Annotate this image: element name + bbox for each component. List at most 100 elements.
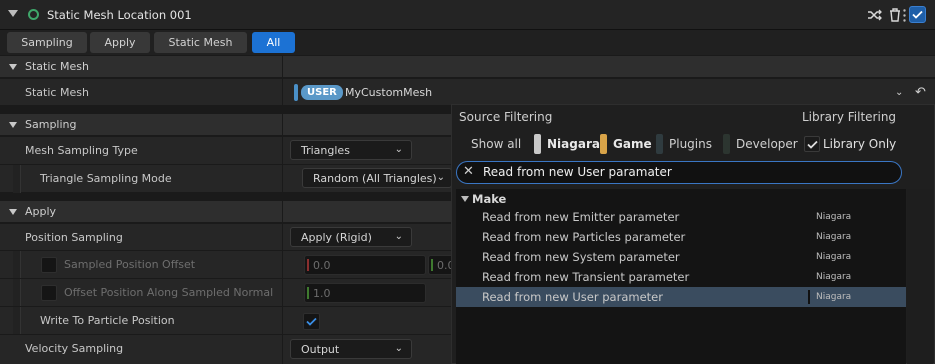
indent-guide <box>13 307 21 335</box>
action-source: Niagara <box>816 252 852 262</box>
dropdown-value: Apply (Rigid) <box>301 230 372 244</box>
clear-search-icon[interactable]: ✕ <box>463 164 474 179</box>
chevron-down-icon: ⌄ <box>394 231 403 242</box>
expand-arrow-icon[interactable] <box>9 122 17 128</box>
list-item[interactable]: Read from new User parameter Niagara <box>456 287 906 307</box>
expand-arrow-icon[interactable] <box>9 64 17 70</box>
section-static-mesh[interactable]: Static Mesh <box>0 55 935 77</box>
action-source: Niagara <box>816 232 852 242</box>
offset-x-field[interactable]: 0.0 <box>304 255 426 275</box>
action-search-input[interactable]: ✕ Read from new User paramater <box>456 161 902 184</box>
field-value: 0.0 <box>313 258 331 272</box>
chip-label: Developer <box>736 137 798 151</box>
chip-label: Game <box>613 137 652 151</box>
library-filtering-label: Library Filtering <box>802 110 897 124</box>
action-label: Read from new User parameter <box>482 290 663 304</box>
category-expand-icon[interactable] <box>461 196 469 202</box>
chevron-down-icon[interactable]: ⌄ <box>895 87 903 98</box>
link-indicator <box>294 84 298 101</box>
checkmark-icon <box>912 10 923 19</box>
linked-parameter-value[interactable]: MyCustomMesh <box>345 86 432 99</box>
module-enabled-checkbox[interactable] <box>909 6 926 23</box>
module-title: Static Mesh Location 001 <box>47 8 192 22</box>
indent-guide <box>13 165 21 193</box>
source-chip-plugins[interactable]: Plugins <box>656 133 712 155</box>
source-chip-niagara[interactable]: Niagara <box>534 133 600 155</box>
source-filtering-label: Source Filtering <box>459 110 553 124</box>
list-item[interactable]: Read from new System parameter Niagara <box>456 247 906 267</box>
checkmark-icon <box>306 317 317 326</box>
show-all-button[interactable]: Show all <box>471 133 521 155</box>
indent-guide <box>13 279 21 307</box>
action-list-scrollbar[interactable] <box>907 189 933 364</box>
dropdown-value: Triangles <box>301 143 350 157</box>
list-item[interactable]: Read from new Transient parameter Niagar… <box>456 267 906 287</box>
source-chip-game[interactable]: Game <box>600 133 652 155</box>
expand-arrow-icon[interactable] <box>9 209 17 215</box>
velocity-sampling-dropdown[interactable]: Output ⌄ <box>290 339 412 359</box>
library-only-label: Library Only <box>823 137 897 151</box>
edit-condition-checkbox[interactable] <box>41 285 57 301</box>
field-value: 1.0 <box>313 286 331 300</box>
position-sampling-dropdown[interactable]: Apply (Rigid) ⌄ <box>290 227 412 247</box>
action-source: Niagara <box>816 292 852 302</box>
chip-color-swatch <box>534 134 541 154</box>
section-label: Apply <box>25 205 57 218</box>
chip-label: Niagara <box>547 137 600 151</box>
mesh-sampling-type-dropdown[interactable]: Triangles ⌄ <box>290 140 412 160</box>
write-to-particle-position-checkbox[interactable] <box>303 313 320 330</box>
property-label: Offset Position Along Sampled Normal <box>64 286 274 299</box>
chevron-down-icon: ⌄ <box>394 144 403 155</box>
source-chip-developer[interactable]: Developer <box>723 133 798 155</box>
list-item[interactable]: Read from new Emitter parameter Niagara <box>456 207 906 227</box>
property-label: Sampled Position Offset <box>64 258 196 271</box>
filter-apply-button[interactable]: Apply <box>90 32 150 53</box>
category-header[interactable]: Make <box>472 192 506 206</box>
section-label: Static Mesh <box>25 60 89 73</box>
shuffle-icon[interactable] <box>866 6 884 24</box>
chip-label: Plugins <box>669 137 712 151</box>
property-label: Write To Particle Position <box>40 314 175 327</box>
axis-x-marker <box>307 259 309 271</box>
checkmark-icon <box>806 140 818 149</box>
edit-condition-checkbox[interactable] <box>41 257 57 273</box>
property-row-static-mesh: Static Mesh USER MyCustomMesh ⌄ ↶ <box>0 78 935 105</box>
action-label: Read from new Particles parameter <box>482 230 686 244</box>
collapse-arrow-icon[interactable] <box>8 10 18 17</box>
chip-color-swatch <box>656 134 663 154</box>
property-label: Mesh Sampling Type <box>25 144 138 157</box>
source-divider <box>808 290 810 304</box>
axis-y-marker <box>431 259 433 271</box>
value-marker <box>307 287 309 299</box>
section-label: Sampling <box>25 118 77 131</box>
trash-icon[interactable] <box>886 6 904 24</box>
property-label: Position Sampling <box>25 231 123 244</box>
library-only-checkbox[interactable] <box>804 136 820 152</box>
dropdown-value: Output <box>301 342 340 356</box>
filter-static-mesh-button[interactable]: Static Mesh <box>154 32 247 53</box>
chip-color-swatch <box>723 134 730 154</box>
filter-all-button[interactable]: All <box>252 32 295 53</box>
filter-sampling-button[interactable]: Sampling <box>7 32 87 53</box>
chevron-down-icon: ⌄ <box>436 172 445 183</box>
user-badge: USER <box>301 85 343 100</box>
chip-color-swatch <box>600 134 607 154</box>
reset-icon[interactable]: ↶ <box>915 85 926 100</box>
module-status-icon <box>28 9 39 20</box>
property-label: Static Mesh <box>25 86 89 99</box>
action-source: Niagara <box>816 272 852 282</box>
chevron-down-icon: ⌄ <box>394 343 403 354</box>
action-label: Read from new Emitter parameter <box>482 210 680 224</box>
property-label: Triangle Sampling Mode <box>40 172 172 185</box>
action-label: Read from new System parameter <box>482 250 680 264</box>
more-vertical-icon[interactable] <box>903 9 906 22</box>
column-splitter[interactable] <box>282 55 283 364</box>
search-text: Read from new User paramater <box>483 165 672 179</box>
action-label: Read from new Transient parameter <box>482 270 690 284</box>
triangle-sampling-mode-dropdown[interactable]: Random (All Triangles) ⌄ <box>302 168 452 188</box>
indent-guide <box>13 251 21 279</box>
action-source: Niagara <box>816 212 852 222</box>
offset-along-normal-field[interactable]: 1.0 <box>304 283 426 303</box>
list-item[interactable]: Read from new Particles parameter Niagar… <box>456 227 906 247</box>
module-header: Static Mesh Location 001 <box>0 0 935 30</box>
